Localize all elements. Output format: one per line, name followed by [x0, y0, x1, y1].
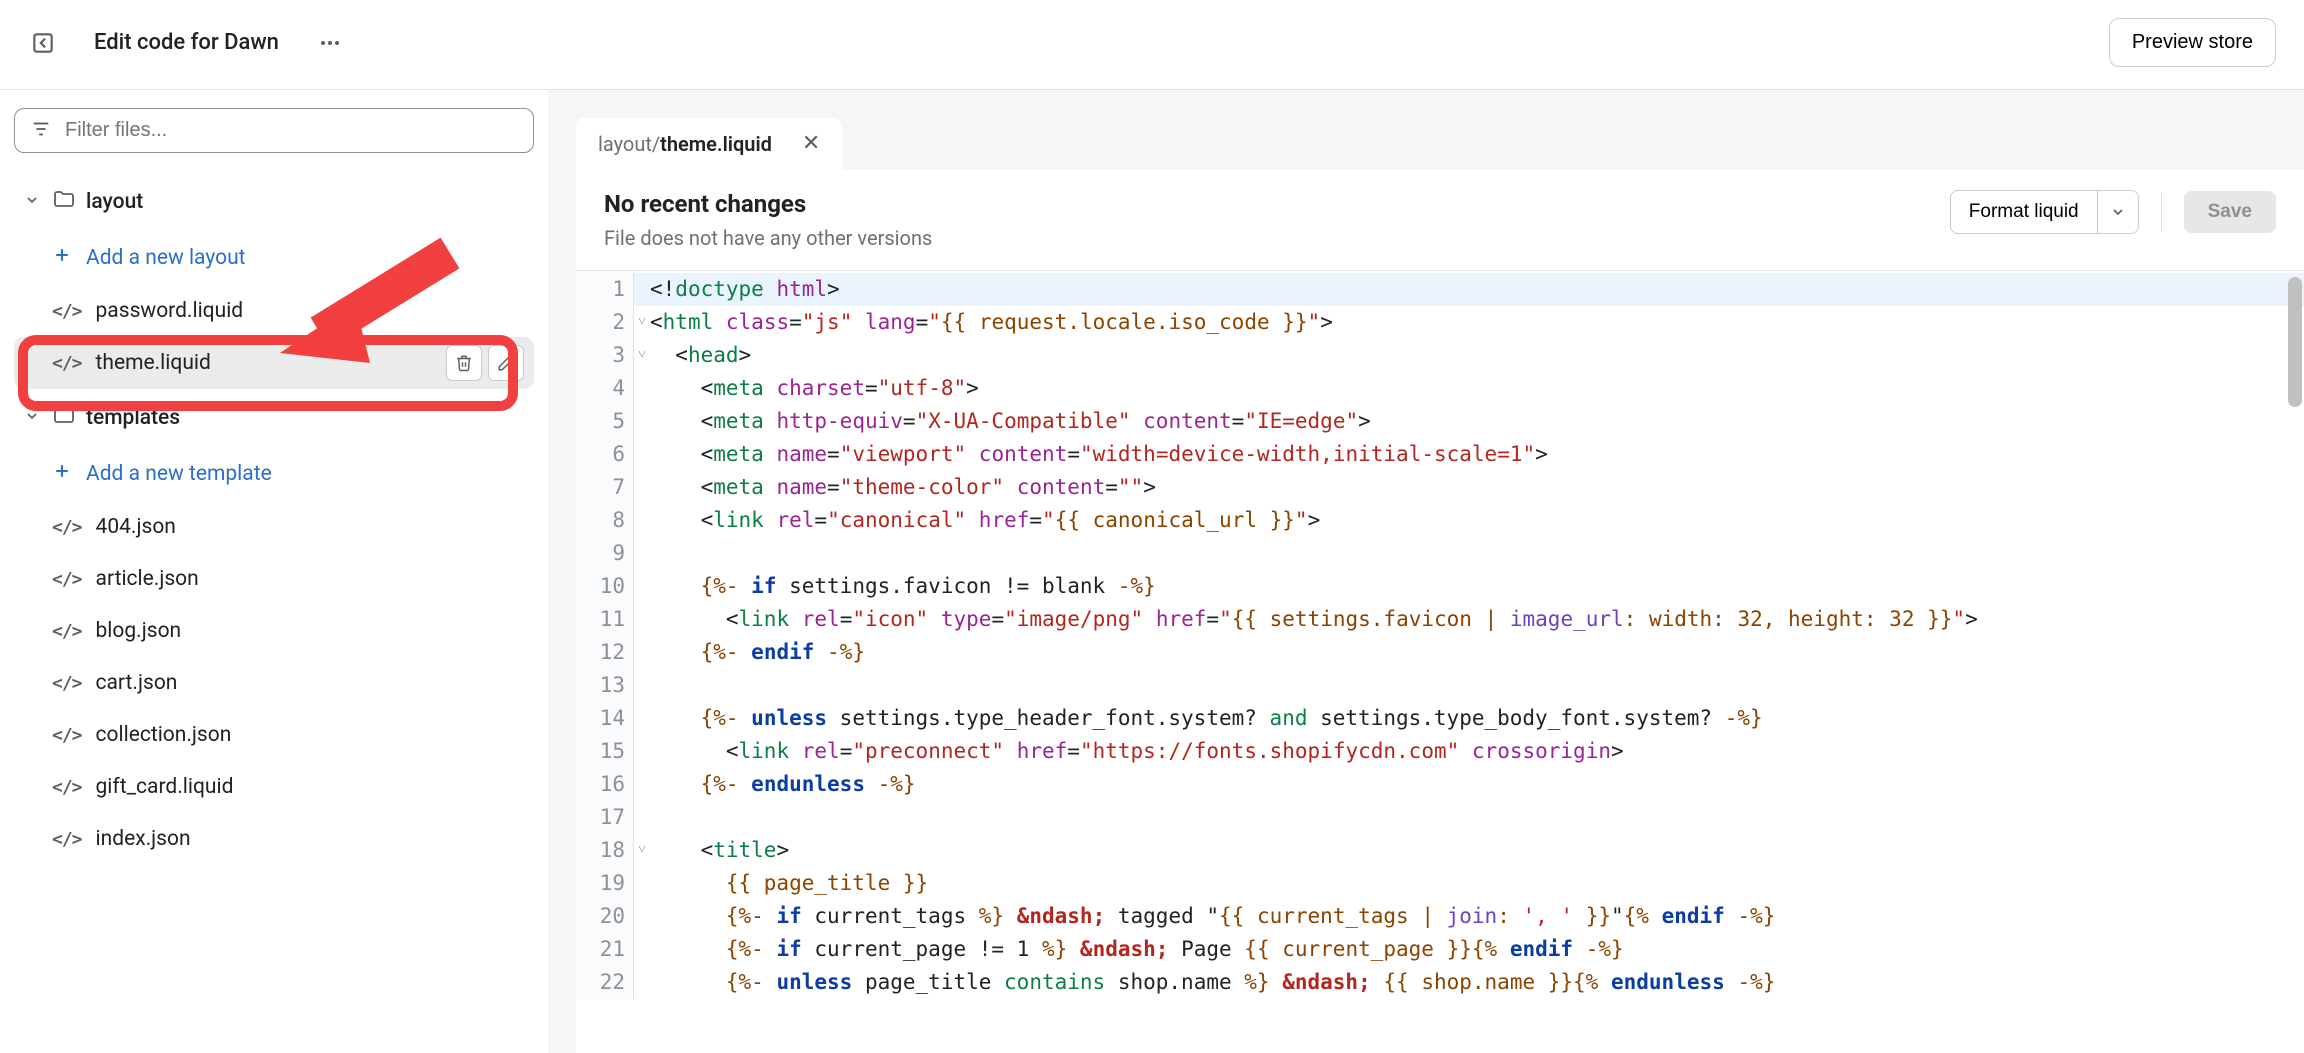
more-menu-icon[interactable]	[315, 28, 345, 58]
divider	[2161, 192, 2162, 232]
file-name: 404.json	[96, 515, 176, 539]
file-sidebar: layout Add a new layout </> password.liquid…	[0, 90, 548, 1053]
file-name: article.json	[96, 567, 199, 591]
folder-label: templates	[86, 406, 180, 430]
chevron-down-icon	[24, 190, 42, 214]
fold-column: ˅˅˅	[634, 271, 650, 999]
plus-icon	[52, 245, 72, 271]
code-body[interactable]: <!doctype html><html class="js" lang="{{…	[650, 271, 2304, 999]
file-item[interactable]: </> index.json	[14, 813, 534, 865]
filter-icon	[30, 118, 52, 144]
page-title: Edit code for Dawn	[94, 30, 279, 55]
close-tab-icon[interactable]: ✕	[802, 133, 820, 155]
code-icon: </>	[52, 777, 82, 798]
folder-icon	[52, 403, 76, 433]
code-icon: </>	[52, 301, 82, 322]
file-item[interactable]: </> 404.json	[14, 501, 534, 553]
add-new-layout-link[interactable]: Add a new layout	[14, 231, 534, 285]
folder-label: layout	[86, 190, 143, 214]
code-icon: </>	[52, 829, 82, 850]
exit-icon[interactable]	[28, 28, 58, 58]
file-name: blog.json	[96, 619, 182, 643]
file-item[interactable]: </> cart.json	[14, 657, 534, 709]
format-liquid-button[interactable]: Format liquid	[1950, 190, 2098, 234]
editor-area: layout/theme.liquid ✕ No recent changes …	[548, 90, 2304, 1053]
plus-icon	[52, 461, 72, 487]
tab-path-file: theme.liquid	[660, 132, 772, 156]
code-icon: </>	[52, 517, 82, 538]
chevron-down-icon	[24, 406, 42, 430]
line-number-gutter: 12345678910111213141516171819202122	[576, 271, 634, 999]
file-item[interactable]: </> blog.json	[14, 605, 534, 657]
file-item[interactable]: </> theme.liquid	[14, 337, 534, 389]
file-name: cart.json	[96, 671, 178, 695]
code-icon: </>	[52, 673, 82, 694]
code-icon: </>	[52, 569, 82, 590]
file-name: collection.json	[96, 723, 232, 747]
code-icon: </>	[52, 353, 82, 374]
file-item[interactable]: </> gift_card.liquid	[14, 761, 534, 813]
file-name: theme.liquid	[96, 351, 211, 375]
code-icon: </>	[52, 621, 82, 642]
file-tab[interactable]: layout/theme.liquid ✕	[576, 118, 842, 170]
rename-file-button[interactable]	[488, 345, 524, 381]
file-item[interactable]: </> article.json	[14, 553, 534, 605]
folder-icon	[52, 187, 76, 217]
tab-path-prefix: layout/	[598, 132, 660, 156]
folder-layout[interactable]: layout	[14, 173, 534, 231]
delete-file-button[interactable]	[446, 345, 482, 381]
file-item[interactable]: </> password.liquid	[14, 285, 534, 337]
format-dropdown-button[interactable]	[2098, 190, 2139, 234]
code-icon: </>	[52, 725, 82, 746]
file-name: gift_card.liquid	[96, 775, 234, 799]
code-editor[interactable]: 12345678910111213141516171819202122 ˅˅˅ …	[576, 271, 2304, 1053]
file-item[interactable]: </> collection.json	[14, 709, 534, 761]
file-name: index.json	[96, 827, 191, 851]
editor-header-title: No recent changes	[604, 190, 932, 218]
add-new-templates-link[interactable]: Add a new template	[14, 447, 534, 501]
editor-header-subtitle: File does not have any other versions	[604, 226, 932, 250]
filter-files-input[interactable]	[14, 108, 534, 153]
editor-header: No recent changes File does not have any…	[576, 170, 2304, 271]
folder-templates[interactable]: templates	[14, 389, 534, 447]
editor-scrollbar-thumb[interactable]	[2288, 277, 2302, 407]
header-bar: Edit code for Dawn Preview store	[0, 0, 2304, 90]
file-name: password.liquid	[96, 299, 244, 323]
save-button[interactable]: Save	[2184, 191, 2276, 233]
add-link-label: Add a new template	[86, 462, 272, 486]
add-link-label: Add a new layout	[86, 246, 246, 270]
preview-store-button[interactable]: Preview store	[2109, 18, 2276, 67]
